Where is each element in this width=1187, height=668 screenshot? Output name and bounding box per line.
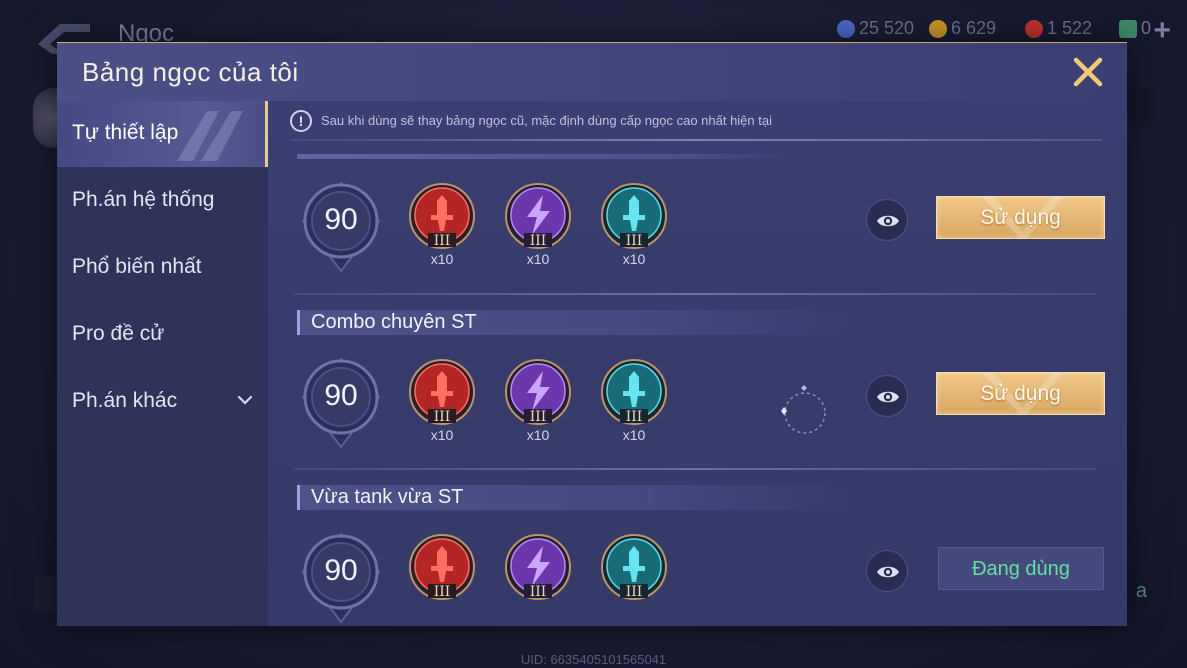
- divider: [294, 293, 1096, 295]
- purple-lightning-gem-icon: III: [505, 534, 571, 600]
- uid-label: UID: 6635405101565041: [520, 652, 667, 667]
- divider: [294, 468, 1096, 470]
- modal-title: Bảng ngọc của tôi: [82, 57, 299, 87]
- sidebar-item-other[interactable]: Ph.án khác: [57, 369, 268, 435]
- level-number: 90: [324, 203, 358, 236]
- background-label: a: [1135, 580, 1147, 602]
- gem-tier-label: III: [530, 584, 547, 600]
- section-header: Combo chuyên ST: [297, 310, 857, 335]
- sidebar-item-system[interactable]: Ph.án hệ thống: [57, 168, 268, 234]
- gem-quantity: x10: [430, 251, 454, 267]
- use-button[interactable]: Sử dụng: [936, 372, 1105, 415]
- level-number: 90: [324, 379, 358, 412]
- modal-header: Bảng ngọc của tôi: [57, 43, 1127, 101]
- gem-quantity: x10: [622, 251, 646, 267]
- sidebar-item-pro[interactable]: Pro đề cử: [57, 302, 268, 368]
- preview-button[interactable]: [866, 550, 908, 592]
- use-button-label: Sử dụng: [980, 382, 1061, 405]
- scroll-indicator[interactable]: [297, 154, 787, 159]
- currency-bar: 25 520 6 629 1 522 0: [627, 18, 1187, 42]
- green-card-icon: [1119, 19, 1137, 38]
- use-button-label: Sử dụng: [980, 206, 1061, 229]
- sidebar: Tự thiết lập Ph.án hệ thống Phổ biến nhấ…: [57, 101, 268, 626]
- preview-button[interactable]: [866, 199, 908, 241]
- preview-button[interactable]: [866, 375, 908, 417]
- sidebar-item-custom[interactable]: Tự thiết lập: [57, 101, 268, 167]
- red-sword-gem-icon: III: [409, 359, 475, 425]
- red-voucher-icon: [1025, 19, 1043, 38]
- add-currency-button[interactable]: +: [1153, 14, 1171, 48]
- eye-icon: [877, 566, 899, 578]
- notice-bar: ! Sau khi dùng sẽ thay bảng ngọc cũ, mặc…: [290, 109, 1100, 135]
- chevron-down-icon: [237, 395, 253, 405]
- warning-icon: !: [290, 110, 312, 132]
- teal-sword-gem-icon: III: [601, 183, 667, 249]
- close-icon: [1073, 57, 1103, 87]
- section-title: Combo chuyên ST: [311, 311, 477, 333]
- green-card-currency: 0: [1119, 18, 1151, 39]
- sidebar-item-popular[interactable]: Phổ biến nhất: [57, 235, 268, 301]
- red-voucher-currency: 1 522: [1025, 18, 1092, 39]
- background-panel: [1128, 88, 1154, 126]
- eye-icon: [877, 391, 899, 403]
- rune-page-modal: Bảng ngọc của tôi Tự thiết lập Ph.án hệ …: [57, 42, 1127, 626]
- notice-text: Sau khi dùng sẽ thay bảng ngọc cũ, mặc đ…: [321, 113, 772, 128]
- gem-tier-label: III: [626, 233, 643, 249]
- sidebar-item-label: Tự thiết lập: [72, 121, 179, 144]
- gem-slot-red[interactable]: III x10: [408, 359, 476, 443]
- gem-slot-teal[interactable]: III x10: [600, 359, 668, 443]
- section-title: Vừa tank vừa ST: [311, 486, 464, 508]
- close-button[interactable]: [1071, 55, 1105, 89]
- sidebar-item-label: Phổ biến nhất: [72, 255, 202, 278]
- gem-quantity: x10: [526, 251, 550, 267]
- gem-quantity: x10: [430, 427, 454, 443]
- gem-tier-label: III: [434, 233, 451, 249]
- section-header: Vừa tank vừa ST: [297, 485, 857, 510]
- purple-lightning-gem-icon: III: [505, 359, 571, 425]
- red-sword-gem-icon: III: [409, 183, 475, 249]
- eye-icon: [877, 215, 899, 227]
- wing-decoration-icon: [177, 111, 243, 161]
- gem-slot-purple[interactable]: III x10: [504, 183, 572, 267]
- gem-slot-teal[interactable]: III x10: [600, 183, 668, 267]
- gem-slot-purple[interactable]: III: [504, 534, 572, 600]
- gem-quantity: x10: [622, 427, 646, 443]
- gem-tier-label: III: [434, 409, 451, 425]
- rune-page-row: 90 III III III Đang dùng: [293, 532, 1105, 626]
- red-sword-gem-icon: III: [409, 534, 475, 600]
- blue-gem-currency: 25 520: [837, 18, 914, 39]
- sidebar-item-label: Ph.án khác: [72, 389, 178, 412]
- blue-gem-icon: [837, 19, 855, 38]
- level-badge: 90: [299, 181, 383, 273]
- in-use-status: Đang dùng: [938, 547, 1104, 590]
- rune-page-row: 90 III x10 III x10 III x10 Sử dụng: [293, 357, 1105, 457]
- in-use-label: Đang dùng: [972, 558, 1070, 580]
- gem-tier-label: III: [626, 584, 643, 600]
- gem-slot-purple[interactable]: III x10: [504, 359, 572, 443]
- loading-spinner-icon: [781, 385, 826, 434]
- level-badge: 90: [299, 532, 383, 624]
- gem-slot-red[interactable]: III: [408, 534, 476, 600]
- gem-tier-label: III: [530, 233, 547, 249]
- gold-coin-icon: [929, 19, 947, 38]
- gold-coin-currency: 6 629: [929, 18, 996, 39]
- gem-slot-teal[interactable]: III: [600, 534, 668, 600]
- sidebar-item-label: Ph.án hệ thống: [72, 188, 215, 211]
- gem-tier-label: III: [626, 409, 643, 425]
- rune-page-row: 90 III x10 III x10 III x10 Sử dụng: [293, 181, 1105, 281]
- gem-tier-label: III: [434, 584, 451, 600]
- teal-sword-gem-icon: III: [601, 534, 667, 600]
- teal-sword-gem-icon: III: [601, 359, 667, 425]
- divider: [290, 139, 1102, 141]
- use-button[interactable]: Sử dụng: [936, 196, 1105, 239]
- level-number: 90: [324, 554, 358, 587]
- purple-lightning-gem-icon: III: [505, 183, 571, 249]
- gem-tier-label: III: [530, 409, 547, 425]
- sidebar-item-label: Pro đề cử: [72, 322, 165, 345]
- gem-quantity: x10: [526, 427, 550, 443]
- level-badge: 90: [299, 357, 383, 449]
- gem-slot-red[interactable]: III x10: [408, 183, 476, 267]
